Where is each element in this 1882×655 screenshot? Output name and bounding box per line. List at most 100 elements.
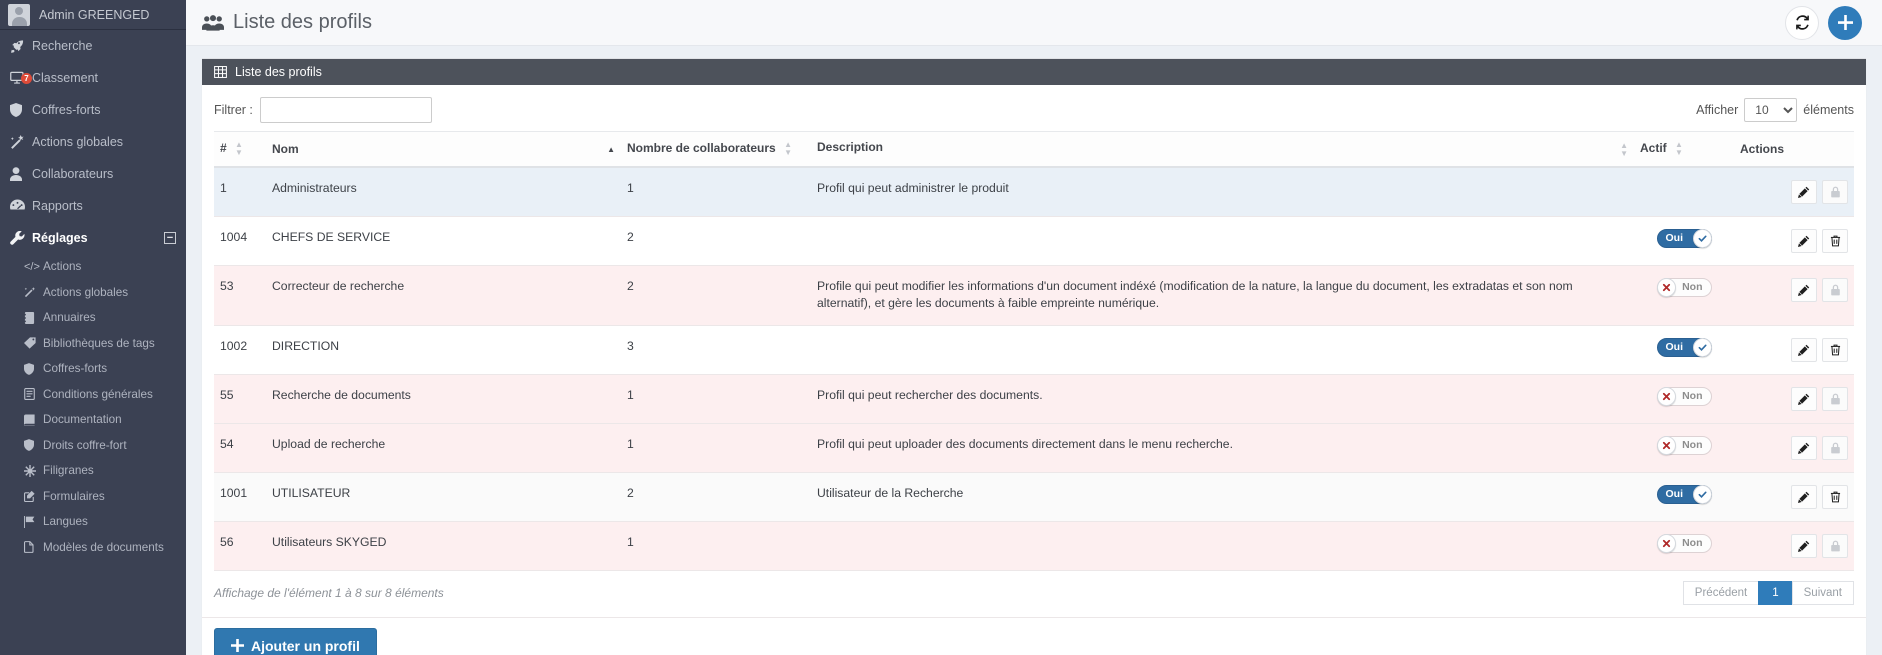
pencil-icon xyxy=(1798,235,1810,247)
sidebar-item-bibliotheques-de-tags[interactable]: Bibliothèques de tags xyxy=(0,331,186,357)
delete-button[interactable] xyxy=(1822,484,1848,509)
sidebar-item-actions-globales[interactable]: Actions globales xyxy=(0,126,186,158)
pagination-page-1[interactable]: 1 xyxy=(1758,580,1793,605)
column-header-id[interactable]: # ▲ ▼ xyxy=(214,131,266,168)
table-row[interactable]: 54 Upload de recherche 1 Profil qui peut up… xyxy=(214,423,1854,473)
sidebar-subitem-label: Filigranes xyxy=(43,464,94,478)
page-length-select[interactable]: 102550100 xyxy=(1744,98,1798,122)
sidebar-section-reglages[interactable]: Réglages − xyxy=(0,222,186,254)
toggle-actif-off[interactable]: Non xyxy=(1656,533,1712,553)
sidebar-item-collaborateurs[interactable]: Collaborateurs xyxy=(0,158,186,190)
cell-id: 1002 xyxy=(214,325,266,375)
profiles-panel: Liste des profils Filtrer : Afficher 102… xyxy=(202,58,1866,655)
table-row[interactable]: 56 Utilisateurs SKYGED 1 Non xyxy=(214,521,1854,571)
toggle-actif-on[interactable]: Oui xyxy=(1656,229,1712,248)
cell-nb-collaborateurs: 2 xyxy=(621,265,811,326)
sidebar-nav: Recherche 7 Classement Coffres-forts Act… xyxy=(0,30,186,254)
locked-button xyxy=(1822,386,1848,411)
sidebar-item-conditions-generales[interactable]: Conditions générales xyxy=(0,382,186,408)
edit-button[interactable] xyxy=(1791,180,1817,204)
column-header-actif[interactable]: Actif ▲ ▼ xyxy=(1634,131,1734,168)
users-icon xyxy=(202,14,224,31)
cell-actions xyxy=(1734,472,1854,522)
table-row[interactable]: 1001 UTILISATEUR 2 Utilisateur de la Recher… xyxy=(214,472,1854,522)
edit-button[interactable] xyxy=(1791,278,1817,302)
lock-icon xyxy=(1830,284,1841,296)
pagination-next[interactable]: Suivant xyxy=(1791,580,1854,605)
minus-square-icon[interactable]: − xyxy=(164,232,176,244)
table-row[interactable]: 55 Recherche de documents 1 Profil qui peut… xyxy=(214,374,1854,424)
sidebar-item-formulaires[interactable]: Formulaires xyxy=(0,484,186,510)
cell-nb-collaborateurs: 2 xyxy=(621,216,811,266)
column-header-nb-collaborateurs[interactable]: Nombre de collaborateurs ▲ ▼ xyxy=(621,131,811,168)
sidebar-subitem-label: Droits coffre-fort xyxy=(43,438,127,452)
edit-button[interactable] xyxy=(1791,435,1817,460)
sidebar-item-droits-coffre-fort[interactable]: Droits coffre-fort xyxy=(0,433,186,459)
sidebar-item-annuaires[interactable]: Annuaires xyxy=(0,305,186,331)
table-row[interactable]: 1004 CHEFS DE SERVICE 2 Oui xyxy=(214,216,1854,266)
table-icon xyxy=(214,66,227,78)
sidebar-item-coffres-forts[interactable]: Coffres-forts xyxy=(0,94,186,126)
cell-actions xyxy=(1734,374,1854,424)
sidebar-item-classement[interactable]: 7 Classement xyxy=(0,62,186,94)
column-header-nom[interactable]: Nom ▲ xyxy=(266,131,621,168)
edit-button[interactable] xyxy=(1791,484,1817,509)
sidebar-item-rapports[interactable]: Rapports xyxy=(0,190,186,222)
edit-button[interactable] xyxy=(1791,229,1817,253)
pencil-icon xyxy=(1798,540,1810,552)
search-input[interactable] xyxy=(259,97,432,123)
table-row[interactable]: 1002 DIRECTION 3 Oui xyxy=(214,325,1854,375)
cell-nom: Upload de recherche xyxy=(266,423,621,473)
sidebar-item-actions-globales-sub[interactable]: Actions globales xyxy=(0,280,186,306)
sidebar-item-coffres-forts-sub[interactable]: Coffres-forts xyxy=(0,356,186,382)
toggle-actif-off[interactable]: Non xyxy=(1656,435,1712,455)
shield-icon xyxy=(24,362,43,375)
lock-icon xyxy=(1830,186,1841,198)
add-profile-header-button[interactable] xyxy=(1828,5,1862,40)
sidebar-item-actions[interactable]: </> Actions xyxy=(0,254,186,280)
sidebar-item-langues[interactable]: Langues xyxy=(0,509,186,535)
sidebar-item-modeles-de-documents[interactable]: Modèles de documents xyxy=(0,535,186,561)
sidebar-item-documentation[interactable]: Documentation xyxy=(0,407,186,433)
toggle-label: Non xyxy=(1682,389,1703,402)
toggle-actif-on[interactable]: Oui xyxy=(1656,337,1712,357)
sidebar-subitem-label: Annuaires xyxy=(43,311,96,325)
table-row[interactable]: 53 Correcteur de recherche 2 Profile qui pe… xyxy=(214,265,1854,326)
refresh-button[interactable] xyxy=(1785,5,1819,40)
content-header: Liste des profils xyxy=(186,0,1882,46)
cell-description: Profil qui peut rechercher des documents… xyxy=(811,374,1634,424)
table-row[interactable]: 1 Administrateurs 1 Profil qui peut adminis… xyxy=(214,167,1854,217)
locked-button xyxy=(1822,278,1848,302)
cell-nb-collaborateurs: 1 xyxy=(621,521,811,571)
column-header-description[interactable]: Description ▲ ▼ xyxy=(811,131,1634,168)
toggle-label: Non xyxy=(1682,536,1703,549)
cell-actif: Oui xyxy=(1634,216,1734,266)
sidebar-item-filigranes[interactable]: Filigranes xyxy=(0,458,186,484)
show-label: Afficher xyxy=(1696,103,1739,117)
cell-actif: Oui xyxy=(1634,472,1734,522)
delete-button[interactable] xyxy=(1822,337,1848,362)
cell-id: 54 xyxy=(214,423,266,473)
cell-nb-collaborateurs: 1 xyxy=(621,374,811,424)
sidebar-user-panel[interactable]: Admin GREENGED xyxy=(0,0,186,30)
sidebar-item-recherche[interactable]: Recherche xyxy=(0,30,186,62)
pagination-previous[interactable]: Précédent xyxy=(1682,580,1760,605)
dashboard-icon xyxy=(10,199,32,213)
delete-button[interactable] xyxy=(1822,229,1848,253)
edit-button[interactable] xyxy=(1791,337,1817,362)
edit-button[interactable] xyxy=(1791,533,1817,558)
sidebar: Admin GREENGED Recherche 7 Classement Co… xyxy=(0,0,186,655)
add-profile-button[interactable]: Ajouter un profil xyxy=(214,627,377,655)
cell-actif: Non xyxy=(1634,521,1734,571)
desktop-icon: 7 xyxy=(10,71,32,85)
cell-actif: Non xyxy=(1634,265,1734,326)
edit-button[interactable] xyxy=(1791,386,1817,411)
cell-actif: Non xyxy=(1634,423,1734,473)
cell-actif: Oui xyxy=(1634,325,1734,375)
toggle-actif-off[interactable]: Non xyxy=(1656,278,1712,297)
toggle-actif-off[interactable]: Non xyxy=(1656,386,1712,406)
cell-description xyxy=(811,325,1634,375)
cell-id: 1 xyxy=(214,167,266,217)
sidebar-item-label: Actions globales xyxy=(32,135,124,149)
toggle-actif-on[interactable]: Oui xyxy=(1656,484,1712,504)
